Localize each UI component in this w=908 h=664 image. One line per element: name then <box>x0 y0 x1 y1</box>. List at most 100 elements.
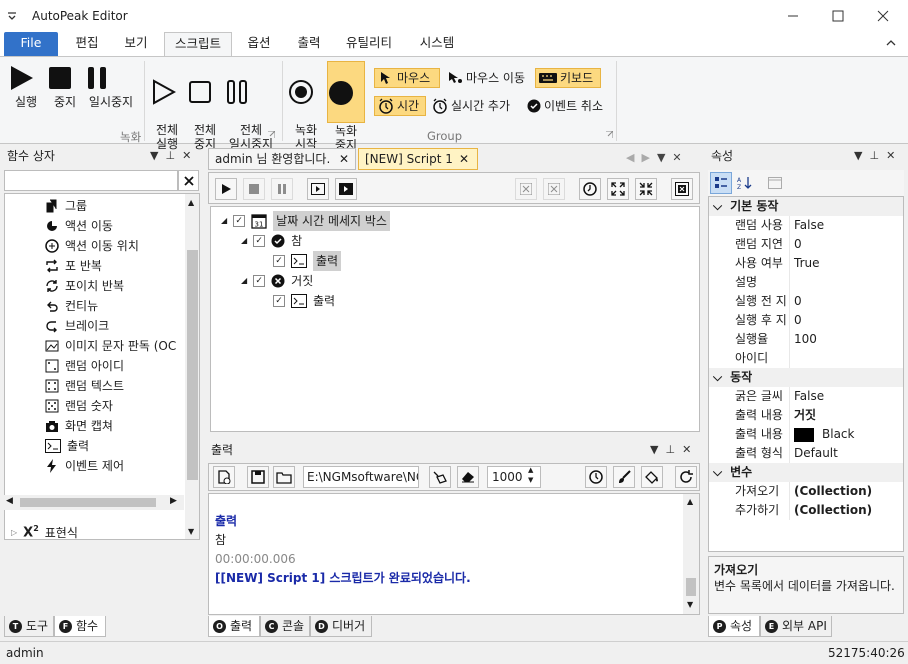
tab-system[interactable]: 시스템 <box>410 32 464 56</box>
clear-search-button[interactable] <box>178 170 199 191</box>
tab-properties[interactable]: P 속성 <box>708 616 760 637</box>
record-stop-button[interactable]: 녹화 중지 <box>327 61 365 152</box>
editor-stop-button[interactable] <box>243 178 265 200</box>
property-row[interactable]: 설명 <box>709 273 903 292</box>
close-script-button[interactable] <box>671 178 693 200</box>
function-item[interactable]: 출력 <box>45 436 185 456</box>
checkbox[interactable]: ✓ <box>273 295 285 307</box>
property-row[interactable]: 랜덤 사용 False <box>709 216 903 235</box>
tree-category-expression[interactable]: ▷ X2 표현식 <box>11 524 78 539</box>
scroll-up-icon[interactable]: ▲ <box>188 198 194 207</box>
tree-node-output-2[interactable]: ✓ 출력 <box>273 291 335 311</box>
function-item[interactable]: 브레이크 <box>45 316 185 336</box>
timestamp-button[interactable] <box>585 466 607 488</box>
sort-az-button[interactable]: AZ <box>734 172 756 194</box>
scroll-down-icon[interactable]: ▼ <box>188 527 194 536</box>
horizontal-scrollbar[interactable]: ◀ ▶ <box>4 495 184 510</box>
close-icon[interactable]: ✕ <box>886 149 895 162</box>
refresh-button[interactable] <box>675 466 697 488</box>
property-row[interactable]: 출력 내용 거짓 <box>709 406 903 425</box>
minimize-button[interactable] <box>770 0 816 32</box>
collapse-arrow-icon[interactable]: ◢ <box>241 231 247 251</box>
collapse-arrow-icon[interactable]: ◢ <box>241 271 247 291</box>
eraser-button[interactable] <box>457 466 479 488</box>
expand-all-button[interactable] <box>607 178 629 200</box>
scroll-right-icon[interactable]: ▶ <box>170 496 177 506</box>
category-variables[interactable]: ⌵ 변수 <box>709 463 903 482</box>
function-item[interactable]: 이벤트 제어 <box>45 456 185 476</box>
vertical-scrollbar[interactable]: ▲ ▼ <box>683 494 699 614</box>
stop-button[interactable]: 중지 <box>48 65 82 109</box>
collapse-all-button[interactable] <box>635 178 657 200</box>
function-item[interactable]: 랜덤 텍스트 <box>45 376 185 396</box>
property-row[interactable]: 실행 후 지0 <box>709 311 903 330</box>
function-item[interactable]: 랜덤 아이디 <box>45 356 185 376</box>
fill-color-button[interactable] <box>641 466 663 488</box>
close-document-icon[interactable]: ✕ <box>672 151 681 164</box>
mouse-move-toggle[interactable]: 마우스 이동 <box>444 68 528 88</box>
checkbox[interactable]: ✓ <box>273 255 285 267</box>
editor-pause-button[interactable] <box>271 178 293 200</box>
editor-run-button[interactable] <box>215 178 237 200</box>
function-item[interactable]: 랜덤 숫자 <box>45 396 185 416</box>
dropdown-icon[interactable]: ▼ <box>854 149 862 162</box>
property-row[interactable]: 출력 내용 Black <box>709 425 903 444</box>
property-row[interactable]: 실행율 100 <box>709 330 903 349</box>
property-pages-button[interactable] <box>764 172 786 194</box>
tab-output[interactable]: 출력 <box>286 32 332 56</box>
function-item[interactable]: 그룹 <box>45 196 185 216</box>
clean-button[interactable] <box>429 466 451 488</box>
tree-node-false[interactable]: ◢ ✓ 거짓 <box>241 271 313 291</box>
close-icon[interactable]: ✕ <box>182 149 191 162</box>
tab-console[interactable]: C 콘솔 <box>260 616 310 637</box>
pin-icon[interactable]: ⊥ <box>869 149 879 162</box>
function-item[interactable]: 액션 이동 위치 <box>45 236 185 256</box>
category-action[interactable]: ⌵ 동작 <box>709 368 903 387</box>
remove-breakpoint-button[interactable] <box>515 178 537 200</box>
save-log-button[interactable] <box>247 466 269 488</box>
text-color-button[interactable] <box>613 466 635 488</box>
property-row[interactable]: 굵은 글씨 False <box>709 387 903 406</box>
scroll-left-icon[interactable]: ◀ <box>6 496 13 506</box>
property-row[interactable]: 사용 여부 True <box>709 254 903 273</box>
function-item[interactable]: 포이치 반복 <box>45 276 185 296</box>
window-menu-icon[interactable] <box>6 10 18 22</box>
property-row[interactable]: 출력 형식 Default <box>709 444 903 463</box>
tab-edit[interactable]: 편집 <box>64 32 110 56</box>
function-search-input[interactable] <box>4 170 178 191</box>
hscroll-thumb[interactable] <box>20 498 156 507</box>
history-button[interactable] <box>579 178 601 200</box>
dropdown-icon[interactable]: ▼ <box>650 443 658 456</box>
tab-welcome[interactable]: admin 님 환영합니다. ✕ <box>208 148 356 170</box>
collapse-ribbon-icon[interactable] <box>886 39 896 47</box>
tab-output-log[interactable]: O 출력 <box>208 616 260 637</box>
tab-scroll-right-icon[interactable]: ▶ <box>641 151 649 164</box>
event-cancel-toggle[interactable]: 이벤트 취소 <box>524 96 606 116</box>
pause-button[interactable]: 일시중지 <box>86 65 136 109</box>
mouse-toggle[interactable]: 마우스 <box>374 68 440 88</box>
tab-list-icon[interactable]: ▼ <box>657 151 665 164</box>
close-icon[interactable]: ✕ <box>682 443 691 456</box>
scrollbar-thumb[interactable] <box>187 250 198 480</box>
tab-utility[interactable]: 유틸리티 <box>337 32 401 56</box>
tab-options[interactable]: 옵션 <box>236 32 282 56</box>
tab-view[interactable]: 보기 <box>113 32 159 56</box>
property-row[interactable]: 가져오기 (Collection) <box>709 482 903 501</box>
group-launcher-icon[interactable] <box>268 131 275 138</box>
close-tab-icon[interactable]: ✕ <box>339 149 349 169</box>
categorized-button[interactable] <box>710 172 732 194</box>
open-folder-button[interactable] <box>273 466 295 488</box>
scroll-up-icon[interactable]: ▲ <box>687 497 693 506</box>
tree-node-datetime-msgbox[interactable]: ◢ ✓ 31 날짜 시간 메세지 박스 <box>221 211 390 231</box>
property-row[interactable]: 추가하기 (Collection) <box>709 501 903 520</box>
close-button[interactable] <box>860 0 906 32</box>
function-item[interactable]: 액션 이동 <box>45 216 185 236</box>
tab-tools[interactable]: T 도구 <box>4 616 54 637</box>
tree-node-output-1[interactable]: ✓ 출력 <box>273 251 342 271</box>
tab-external-api[interactable]: E 외부 API <box>760 616 832 637</box>
property-row[interactable]: 랜덤 지연 0 <box>709 235 903 254</box>
function-item[interactable]: 화면 캡쳐 <box>45 416 185 436</box>
checkbox[interactable]: ✓ <box>253 235 266 247</box>
category-basic[interactable]: ⌵ 기본 동작 <box>709 197 903 216</box>
keyboard-toggle[interactable]: 키보드 <box>535 68 601 88</box>
